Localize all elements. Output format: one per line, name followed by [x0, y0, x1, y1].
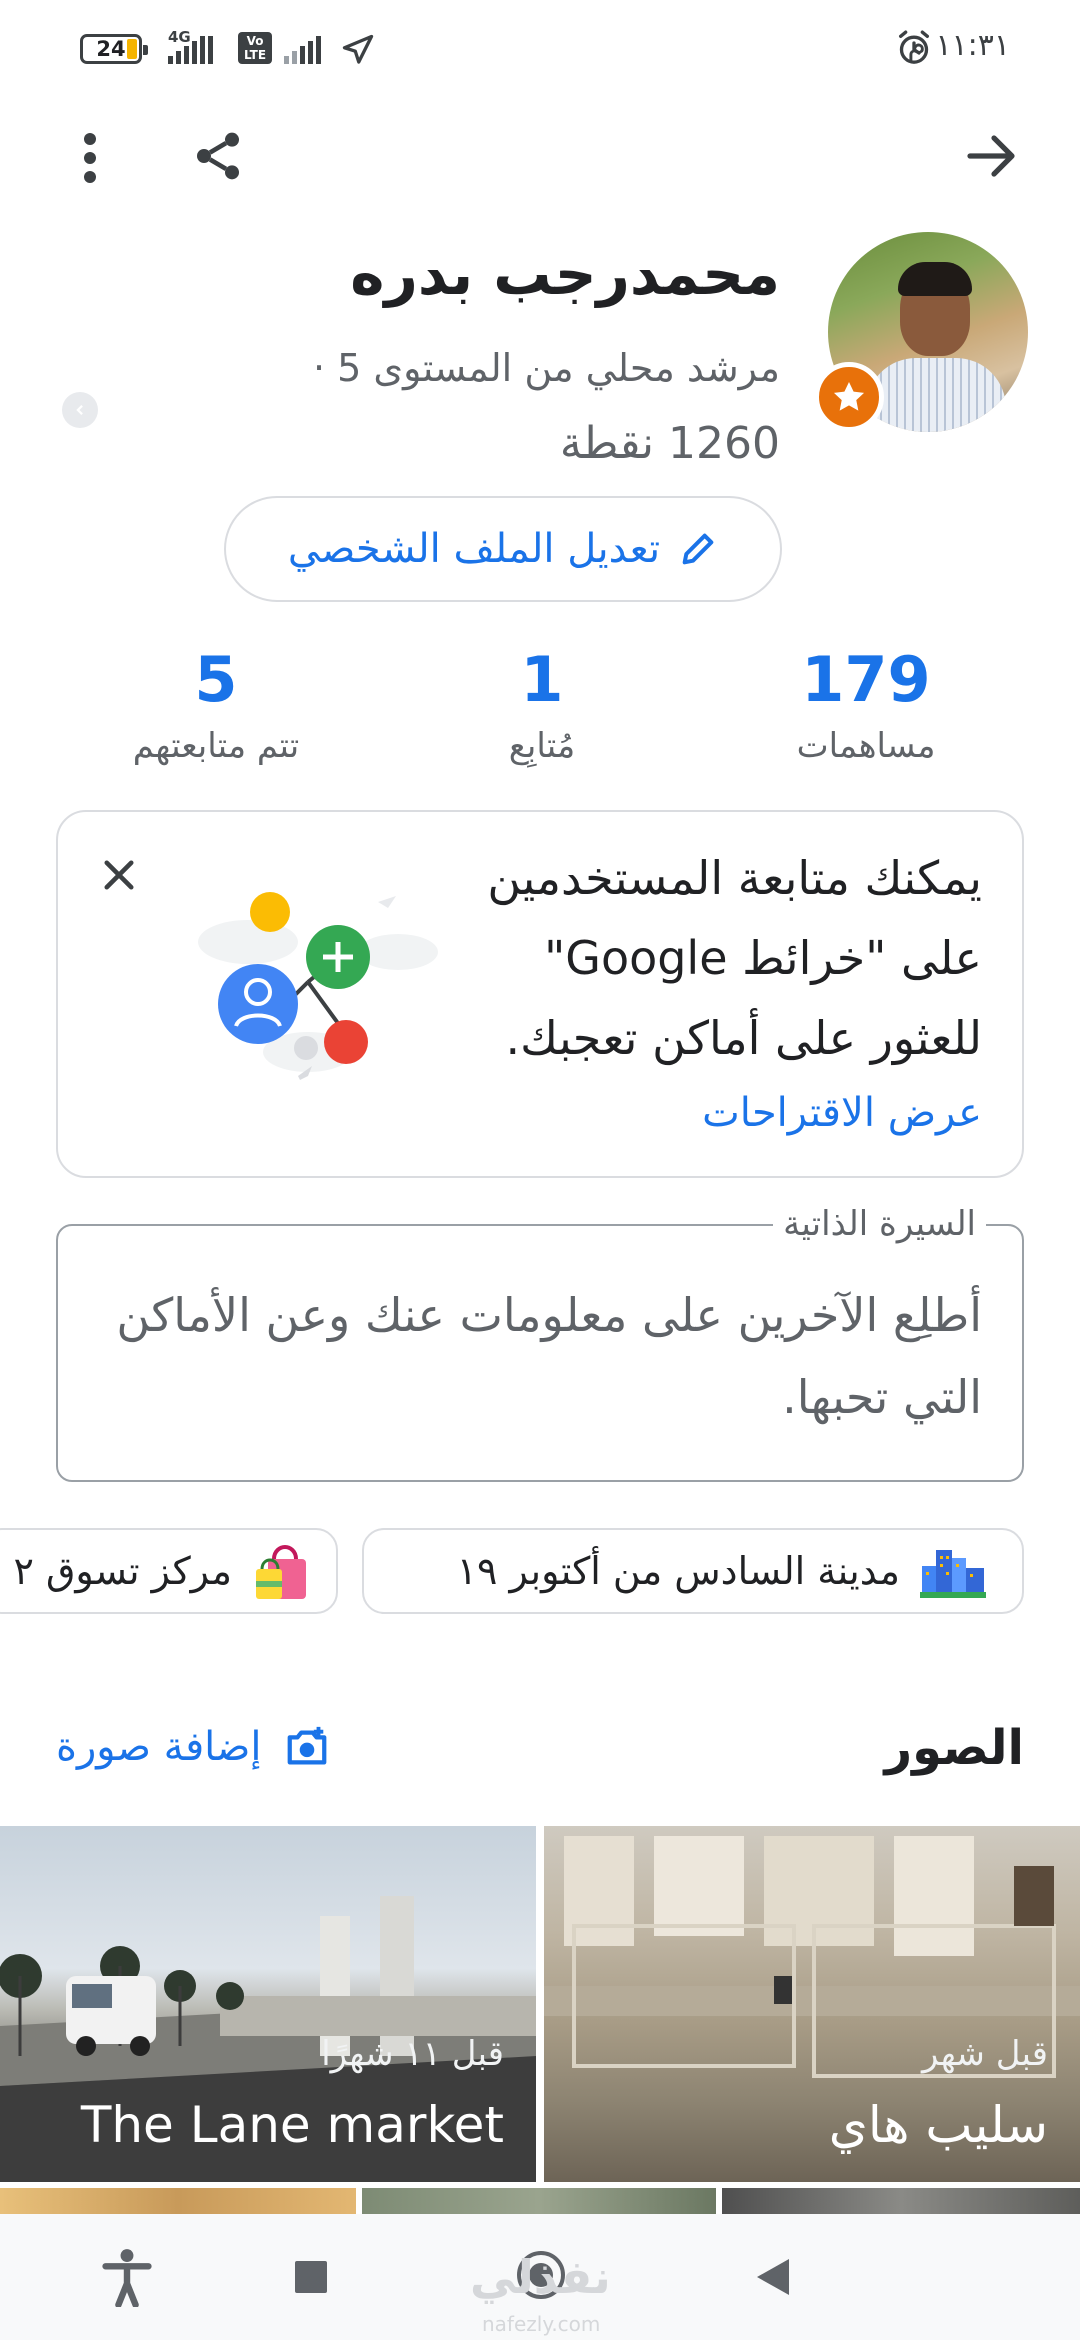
suggestion-text: يمكنك متابعة المستخدمين على "خرائط Googl…: [487, 851, 982, 1065]
add-photo-label: إضافة صورة: [56, 1724, 262, 1770]
back-arrow-icon[interactable]: [960, 124, 1024, 188]
photo-place-name: سليب هاي: [828, 2096, 1048, 2154]
bio-label: السيرة الذاتية: [773, 1204, 986, 1244]
chip-shopping-mall[interactable]: مركز تسوق ٢: [0, 1528, 338, 1614]
edit-profile-button[interactable]: تعديل الملف الشخصي: [224, 496, 782, 602]
photo-card[interactable]: قبل شهر سليب هاي: [544, 1826, 1080, 2182]
stat-label: مُتابِع: [508, 726, 576, 766]
profile-avatar[interactable]: [814, 232, 1028, 432]
location-arrow-icon: [342, 34, 374, 64]
stat-value: 179: [801, 643, 931, 716]
show-suggestions-link[interactable]: عرض الاقتراحات: [702, 1090, 982, 1136]
stat-followers[interactable]: 1 مُتابِع: [392, 640, 692, 766]
close-icon[interactable]: [98, 854, 140, 896]
photo-place-name: The Lane market: [80, 2096, 504, 2154]
profile-name: محمدرجب بدره: [350, 240, 780, 308]
accessibility-icon[interactable]: [94, 2244, 160, 2310]
add-photo-icon: [288, 1726, 327, 1765]
status-bar: 24 4G Vo LTE ١١:٣١ م: [0, 0, 1080, 96]
volte-icon: Vo LTE: [238, 32, 272, 64]
back-triangle-icon[interactable]: [740, 2244, 806, 2310]
share-icon[interactable]: [186, 124, 250, 188]
follow-people-illustration-icon: [198, 892, 438, 1080]
stat-contributions[interactable]: 179 مساهمات: [716, 640, 1016, 766]
points-count: 1260 نقطة: [559, 418, 780, 469]
photo-thumbnail[interactable]: [722, 2188, 1080, 2214]
photo-date: قبل شهر: [922, 2034, 1048, 2074]
bio-placeholder: أطلِع الآخرين على معلومات عنك وعن الأماك…: [116, 1288, 982, 1424]
follow-suggestion-card: يمكنك متابعة المستخدمين على "خرائط Googl…: [56, 810, 1024, 1178]
stat-value: 5: [194, 643, 238, 716]
stat-label: تتم متابعتهم: [132, 726, 300, 766]
chevron-left-icon[interactable]: [62, 392, 98, 428]
photo-thumbnail[interactable]: [362, 2188, 716, 2214]
city-icon: [920, 1550, 986, 1598]
edit-profile-label: تعديل الملف الشخصي: [287, 526, 661, 572]
chip-shopping-mall-label: مركز تسوق ٢: [13, 1549, 232, 1593]
stat-value: 1: [520, 643, 564, 716]
more-options-icon[interactable]: [60, 128, 120, 188]
recents-square-icon[interactable]: [278, 2244, 344, 2310]
photos-heading: الصور: [884, 1720, 1025, 1776]
shopping-bag-icon: [256, 1544, 306, 1599]
stat-following[interactable]: 5 تتم متابعتهم: [66, 640, 366, 766]
chip-city-label: مدينة السادس من أكتوبر ١٩: [456, 1549, 900, 1593]
battery-icon: 24: [80, 34, 148, 64]
add-photo-button[interactable]: إضافة صورة: [56, 1724, 331, 1770]
chip-city[interactable]: مدينة السادس من أكتوبر ١٩: [362, 1528, 1024, 1614]
stat-label: مساهمات: [796, 726, 936, 766]
watermark-logo: نفذلي: [470, 2250, 611, 2304]
alarm-icon: [899, 30, 929, 64]
photo-thumbnail[interactable]: [0, 2188, 356, 2214]
local-guide-star-icon: [814, 362, 884, 432]
signal-icon-2: [284, 36, 321, 64]
photo-date: قبل ١١ شهرًا: [321, 2034, 504, 2074]
signal-icon: [168, 36, 213, 64]
watermark-url: nafezly.com: [482, 2312, 601, 2336]
local-guide-level[interactable]: مرشد محلي من المستوى 5 ·: [313, 346, 780, 390]
bio-field[interactable]: السيرة الذاتية أطلِع الآخرين على معلومات…: [56, 1204, 1024, 1482]
photo-card[interactable]: قبل ١١ شهرًا The Lane market: [0, 1826, 536, 2182]
pencil-icon: [682, 533, 714, 565]
